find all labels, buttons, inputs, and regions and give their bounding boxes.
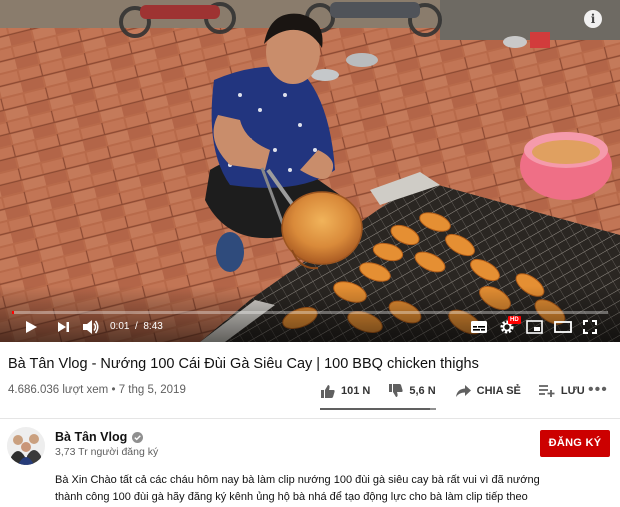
channel-name[interactable]: Bà Tân Vlog — [55, 430, 127, 444]
channel-name-row: Bà Tân Vlog — [55, 430, 144, 444]
subtitles-icon — [471, 321, 487, 333]
progress-played — [12, 311, 15, 314]
video-actions: 101 N 5,6 N CHIA SẺ LƯU — [320, 381, 603, 401]
next-button[interactable] — [56, 318, 70, 336]
fullscreen-button[interactable] — [583, 318, 597, 336]
view-count: 4.686.036 lượt xem — [8, 384, 109, 396]
like-button[interactable]: 101 N — [320, 384, 370, 398]
miniplayer-icon — [526, 320, 543, 334]
avatar-image — [7, 427, 45, 465]
play-button[interactable] — [24, 318, 38, 336]
thumbs-up-icon — [321, 385, 335, 398]
description-line: Bà Xin Chào tất cả các cháu hôm nay bà l… — [55, 474, 540, 486]
time-total: 8:43 — [143, 321, 163, 332]
fullscreen-icon — [583, 320, 597, 334]
volume-button[interactable] — [82, 318, 100, 336]
video-description: Bà Xin Chào tất cả các cháu hôm nay bà l… — [55, 472, 555, 506]
like-ratio-fill — [320, 408, 431, 410]
miniplayer-button[interactable] — [526, 318, 543, 336]
video-title: Bà Tân Vlog - Nướng 100 Cái Đùi Gà Siêu … — [8, 356, 479, 372]
share-icon — [455, 385, 471, 397]
progress-bar[interactable] — [12, 311, 608, 314]
publish-date: 7 thg 5, 2019 — [118, 384, 186, 396]
dislike-button[interactable]: 5,6 N — [388, 384, 436, 398]
save-label: LƯU — [560, 385, 585, 397]
verified-icon — [132, 431, 144, 443]
description-line: thành công 100 đùi gà hãy đăng ký kênh ủ… — [55, 491, 528, 503]
divider — [0, 418, 620, 419]
video-player[interactable]: i 0:01 / 8:43 HD — [0, 0, 620, 342]
meta-separator: • — [111, 384, 116, 396]
thumbs-down-icon — [389, 384, 403, 397]
time-separator: / — [132, 321, 141, 332]
share-label: CHIA SẺ — [476, 385, 521, 397]
theater-mode-button[interactable] — [554, 318, 572, 336]
add-to-playlist-icon — [538, 385, 555, 397]
subtitles-button[interactable] — [470, 318, 488, 336]
next-icon — [58, 322, 69, 332]
info-icon[interactable]: i — [584, 10, 602, 28]
channel-avatar[interactable] — [7, 427, 45, 465]
video-meta: 4.686.036 lượt xem • 7 thg 5, 2019 — [8, 384, 186, 396]
like-count: 101 N — [341, 385, 371, 397]
time-current: 0:01 — [110, 321, 130, 332]
save-button[interactable]: LƯU — [538, 385, 585, 397]
theater-icon — [554, 321, 572, 333]
share-button[interactable]: CHIA SẺ — [455, 385, 521, 397]
subscriber-count: 3,73 Tr người đăng ký — [55, 446, 159, 458]
dislike-count: 5,6 N — [409, 385, 436, 397]
time-display: 0:01 / 8:43 — [110, 318, 163, 336]
like-ratio-bar — [320, 408, 436, 410]
more-actions-button[interactable]: ••• — [588, 382, 608, 398]
settings-button[interactable]: HD — [499, 316, 521, 336]
play-icon — [26, 321, 37, 333]
subscribe-button[interactable]: ĐĂNG KÝ — [540, 430, 610, 457]
volume-icon — [83, 320, 99, 334]
hd-badge: HD — [508, 316, 521, 324]
